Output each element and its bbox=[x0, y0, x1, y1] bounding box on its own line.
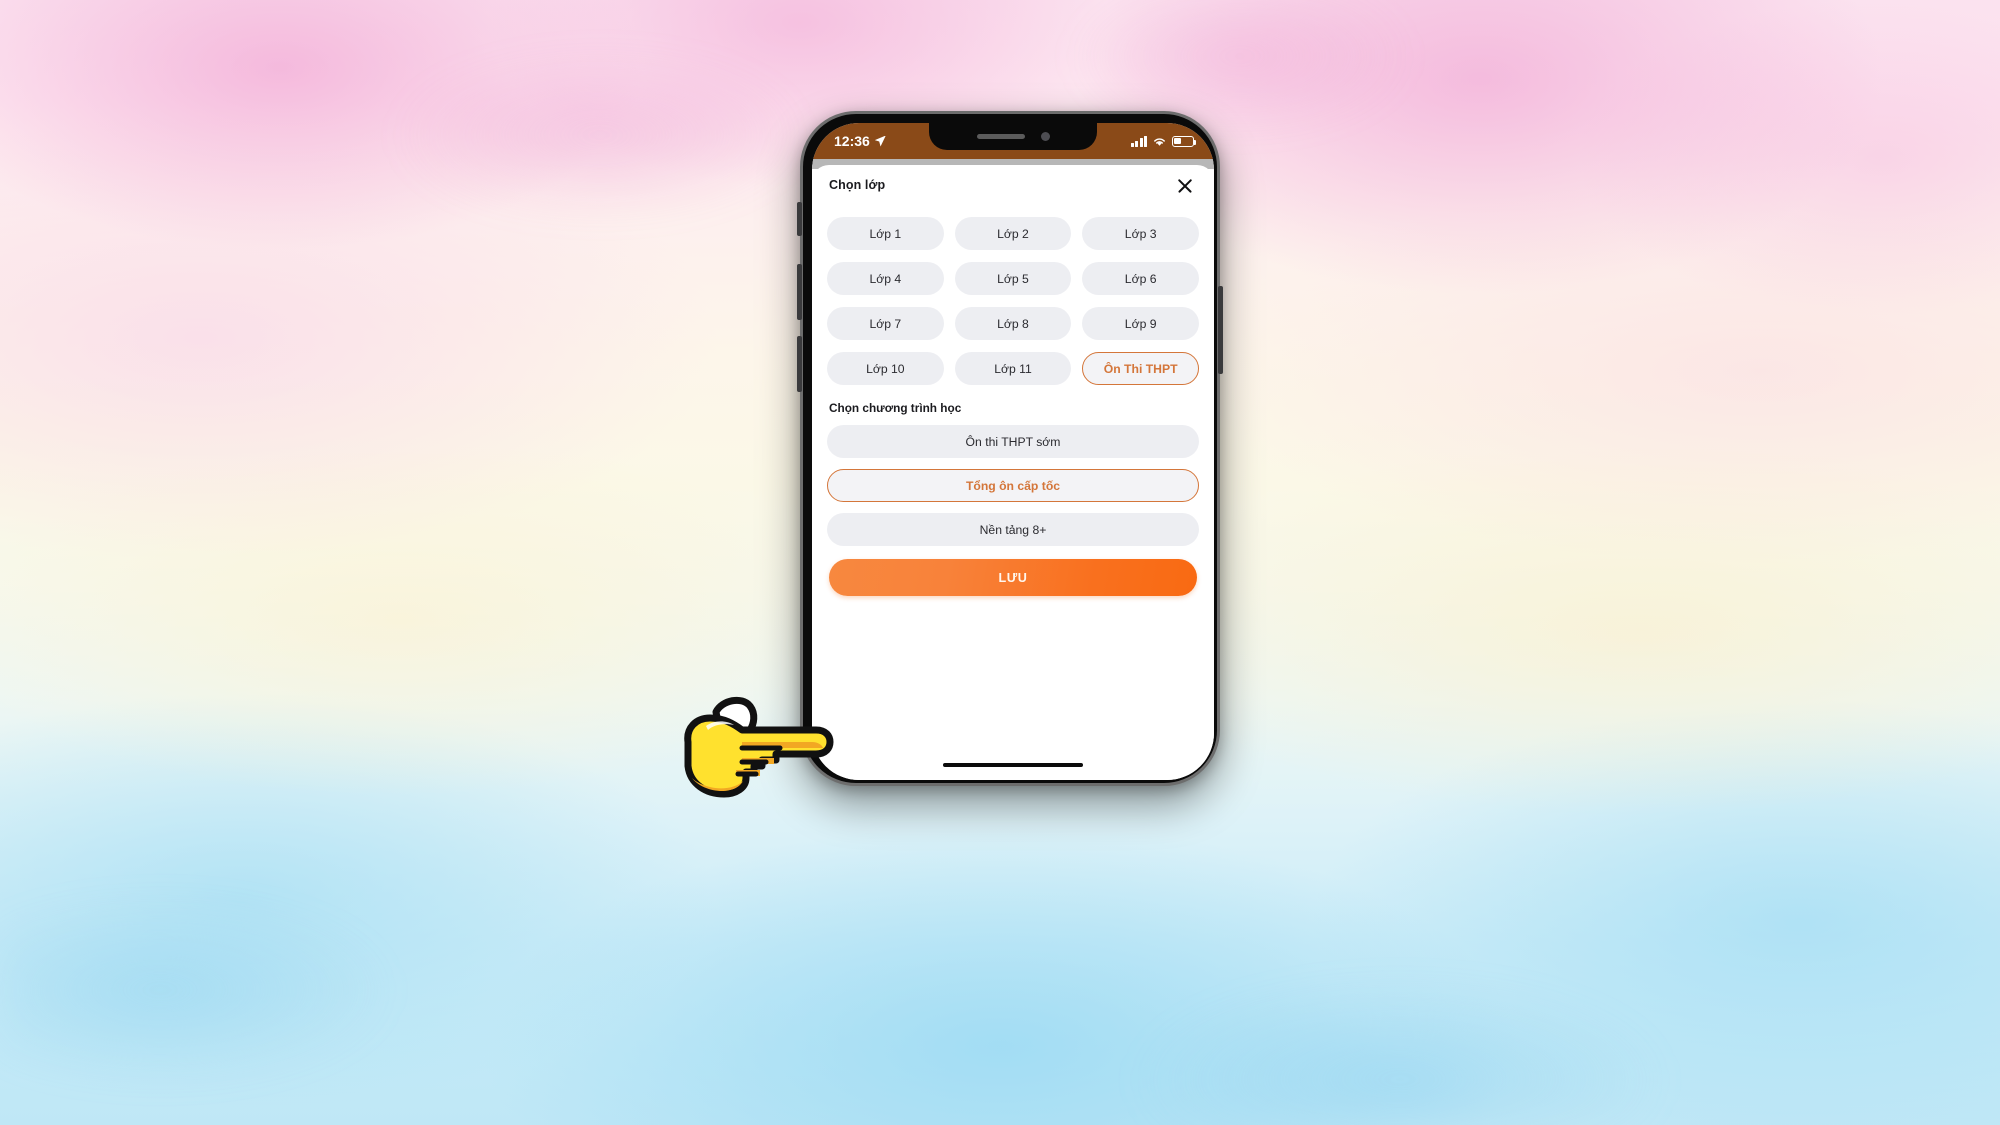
program-label: Tổng ôn cấp tốc bbox=[965, 478, 1061, 493]
program-option-foundation[interactable]: Nền tảng 8+ bbox=[827, 513, 1199, 546]
grade-label: Ôn Thi THPT bbox=[1103, 361, 1178, 376]
sheet-header: Chọn lớp bbox=[827, 178, 1199, 208]
grade-option-7[interactable]: Lớp 7 bbox=[827, 307, 944, 340]
status-bar-time: 12:36 bbox=[834, 133, 870, 149]
program-label: Nền tảng 8+ bbox=[979, 522, 1047, 537]
status-bar-left: 12:36 bbox=[834, 133, 886, 149]
program-option-early[interactable]: Ôn thi THPT sớm bbox=[827, 425, 1199, 458]
battery-icon bbox=[1172, 135, 1197, 147]
location-arrow-icon bbox=[874, 135, 886, 147]
home-indicator bbox=[943, 763, 1083, 767]
grade-option-8[interactable]: Lớp 8 bbox=[954, 307, 1072, 340]
grade-label: Lớp 1 bbox=[869, 226, 902, 241]
cellular-signal-icon bbox=[1130, 135, 1147, 147]
save-button[interactable]: LƯU bbox=[829, 559, 1197, 596]
program-list: Ôn thi THPT sớm Tổng ôn cấp tốc Nền tảng… bbox=[827, 425, 1199, 546]
grade-option-11[interactable]: Lớp 11 bbox=[954, 352, 1072, 385]
save-button-label: LƯU bbox=[998, 570, 1028, 585]
grade-option-6[interactable]: Lớp 6 bbox=[1082, 262, 1199, 295]
phone-screen: 12:36 Chọn lớp Lớp 1 Lớp 2 Lớp 3 Lớp 4 L… bbox=[812, 123, 1214, 780]
grade-label: Lớp 2 bbox=[997, 226, 1029, 241]
grade-option-3[interactable]: Lớp 3 bbox=[1082, 217, 1199, 250]
front-camera-icon bbox=[1040, 132, 1050, 141]
sheet-title: Chọn lớp bbox=[829, 178, 886, 192]
status-bar-right bbox=[1130, 135, 1197, 147]
speaker-grille-icon bbox=[976, 134, 1025, 139]
grade-label: Lớp 11 bbox=[994, 361, 1032, 376]
silent-switch[interactable] bbox=[797, 202, 802, 236]
program-label: Ôn thi THPT sớm bbox=[965, 434, 1061, 449]
close-icon[interactable] bbox=[1174, 175, 1196, 197]
volume-up-button[interactable] bbox=[797, 264, 802, 320]
grade-label: Lớp 10 bbox=[866, 361, 905, 376]
device-notch bbox=[929, 123, 1097, 150]
program-option-intensive[interactable]: Tổng ôn cấp tốc bbox=[827, 469, 1199, 502]
grade-label: Lớp 6 bbox=[1124, 271, 1157, 286]
grade-option-5[interactable]: Lớp 5 bbox=[954, 262, 1072, 295]
class-selection-sheet: Chọn lớp Lớp 1 Lớp 2 Lớp 3 Lớp 4 Lớp 5 L… bbox=[812, 165, 1214, 780]
grade-label: Lớp 7 bbox=[869, 316, 902, 331]
grade-label: Lớp 8 bbox=[997, 316, 1029, 331]
grade-option-9[interactable]: Lớp 9 bbox=[1082, 307, 1199, 340]
grade-label: Lớp 9 bbox=[1124, 316, 1157, 331]
program-section-label: Chọn chương trình học bbox=[829, 401, 962, 415]
grade-label: Lớp 5 bbox=[997, 271, 1029, 286]
power-button[interactable] bbox=[1218, 286, 1223, 374]
grade-label: Lớp 4 bbox=[869, 271, 902, 286]
grade-label: Lớp 3 bbox=[1124, 226, 1157, 241]
grade-option-2[interactable]: Lớp 2 bbox=[954, 217, 1072, 250]
grade-option-4[interactable]: Lớp 4 bbox=[827, 262, 944, 295]
grade-option-10[interactable]: Lớp 10 bbox=[827, 352, 944, 385]
volume-down-button[interactable] bbox=[797, 336, 802, 392]
grade-option-thpt[interactable]: Ôn Thi THPT bbox=[1082, 352, 1199, 385]
grade-grid: Lớp 1 Lớp 2 Lớp 3 Lớp 4 Lớp 5 Lớp 6 Lớp … bbox=[827, 217, 1199, 385]
wifi-icon bbox=[1154, 137, 1165, 146]
phone-device-frame: 12:36 Chọn lớp Lớp 1 Lớp 2 Lớp 3 Lớp 4 L… bbox=[797, 111, 1223, 786]
grade-option-1[interactable]: Lớp 1 bbox=[827, 217, 944, 250]
